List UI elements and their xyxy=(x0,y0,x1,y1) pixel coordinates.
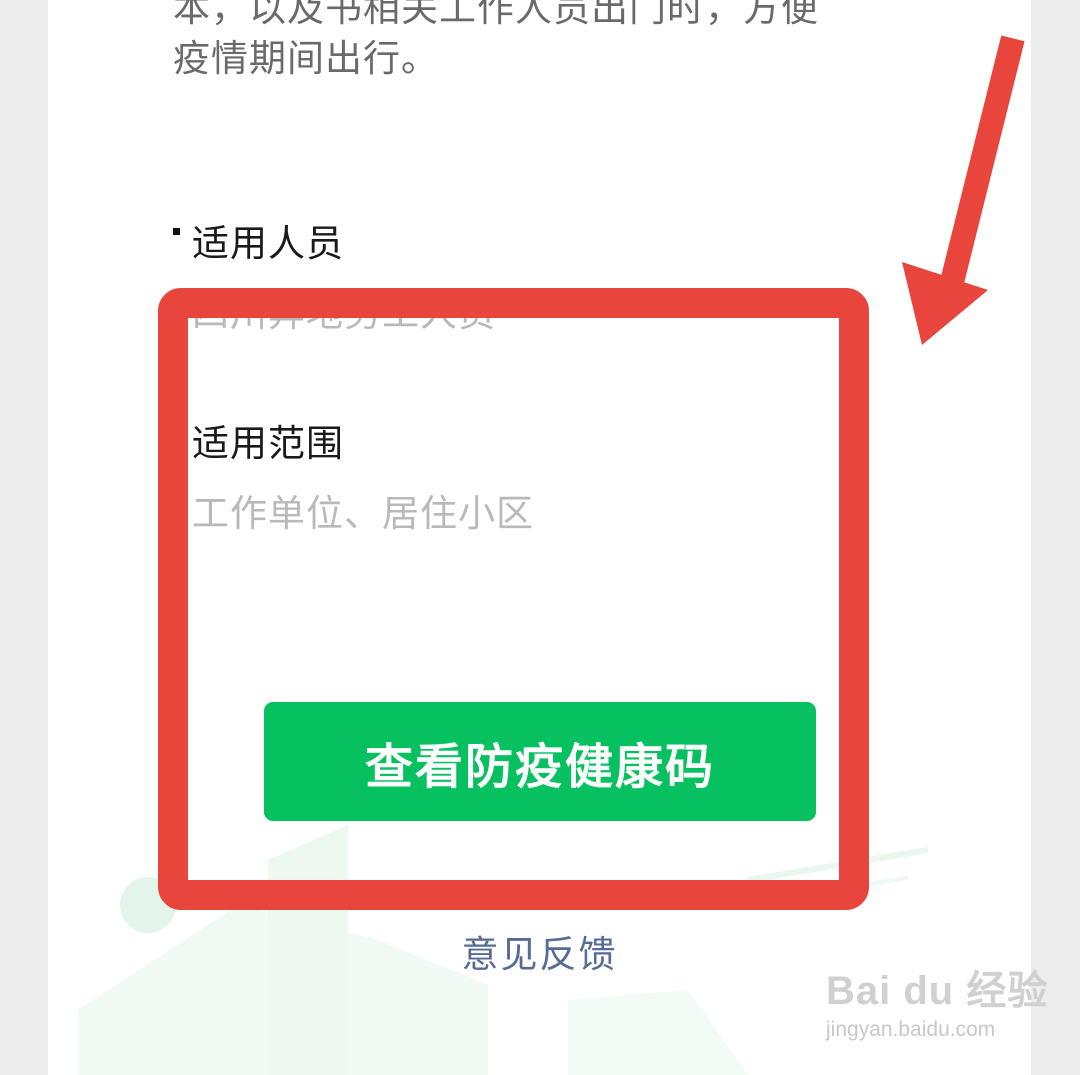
field-value-applicable-people: 四川异地务工人员 xyxy=(192,292,496,335)
watermark-url: jingyan.baidu.com xyxy=(826,1018,996,1041)
content-card: 本，以及书相关工作人员出门时，方便 疫情期间出行。 适用人员 四川异地务工人员 … xyxy=(48,0,1031,1075)
field-label-applicable-people: 适用人员 xyxy=(192,222,344,265)
background-illustration xyxy=(78,825,929,1075)
field-label-applicable-scope: 适用范围 xyxy=(192,422,344,465)
bullet-icon xyxy=(173,228,180,235)
intro-text: 疫情期间出行。 xyxy=(173,37,439,80)
field-value-applicable-scope: 工作单位、居住小区 xyxy=(192,492,534,535)
view-health-code-button[interactable]: 查看防疫健康码 xyxy=(264,702,816,821)
baidu-watermark: Bai du 经验 jingyan.baidu.com xyxy=(826,958,1048,1042)
watermark-brand: Bai du 经验 xyxy=(826,969,1049,1013)
